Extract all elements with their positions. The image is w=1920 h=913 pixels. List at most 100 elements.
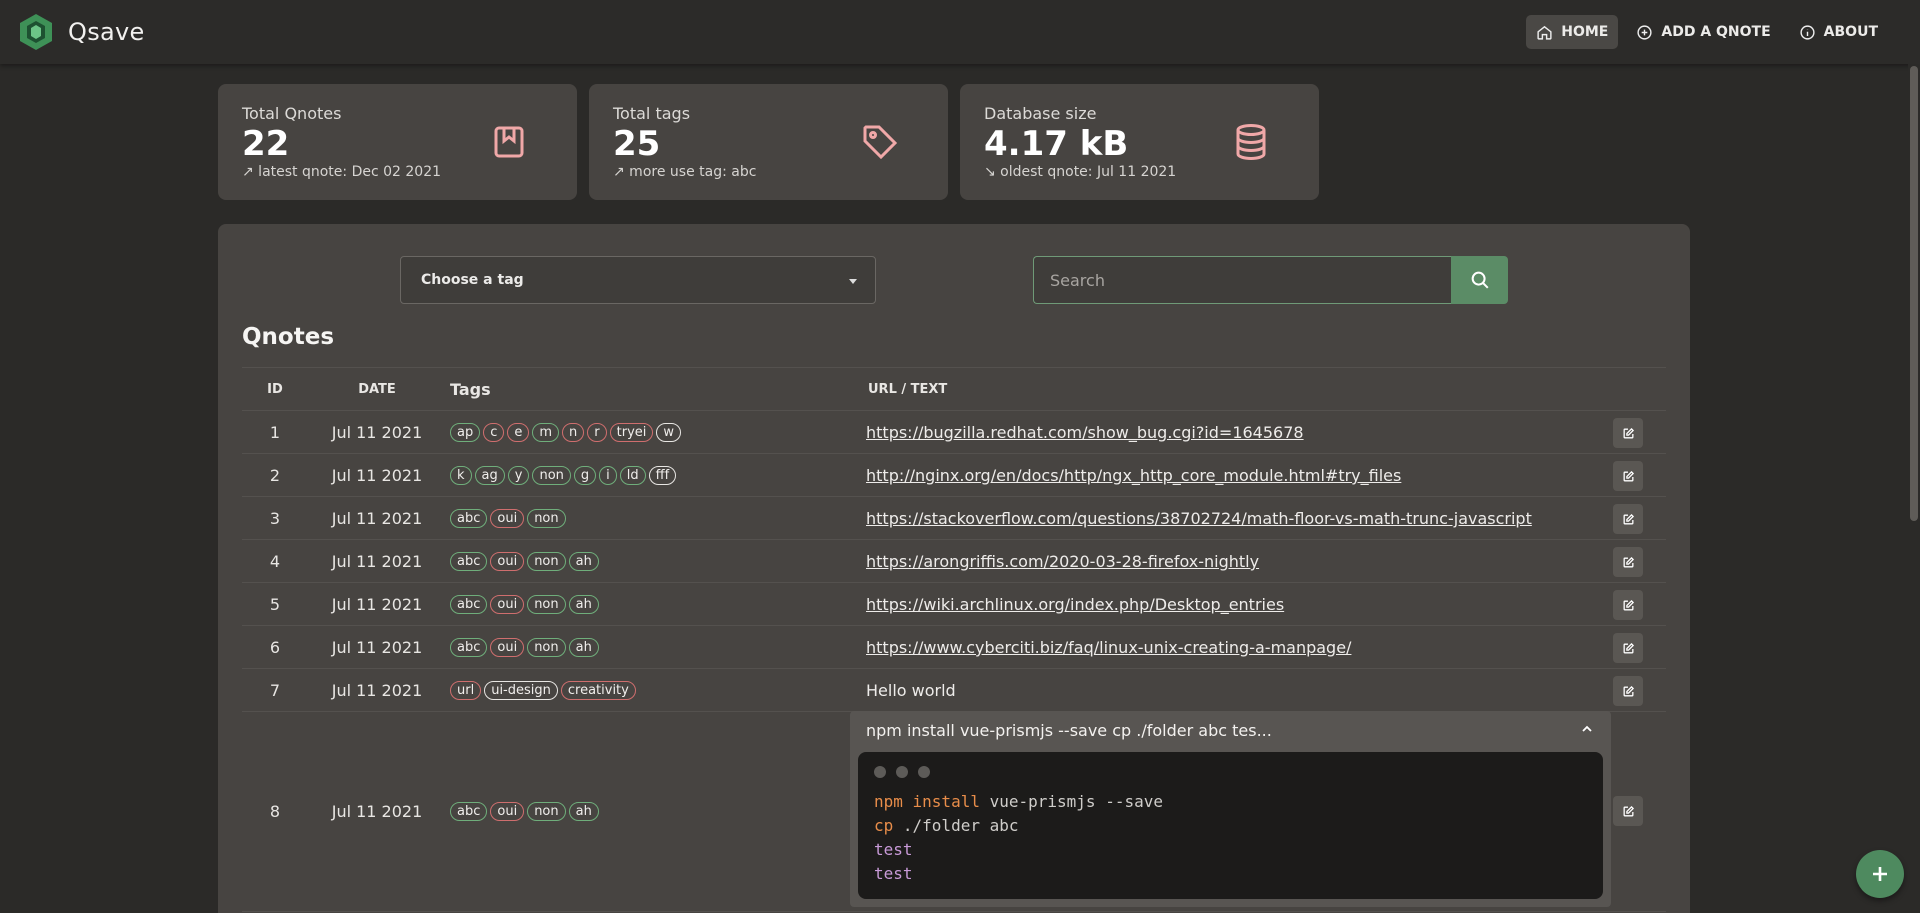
nav-home[interactable]: HOME [1526, 15, 1619, 49]
code-keyword: cp [874, 816, 894, 835]
edit-icon [1623, 599, 1634, 610]
tag-chip[interactable]: c [483, 423, 505, 442]
code-literal: test [874, 864, 913, 883]
tag-icon [863, 125, 898, 160]
search-button[interactable] [1451, 256, 1508, 304]
nav-about[interactable]: ABOUT [1789, 15, 1888, 49]
tag-chip[interactable]: non [527, 552, 566, 571]
tag-chip[interactable]: ld [619, 466, 646, 485]
edit-icon [1623, 470, 1634, 481]
row-id: 5 [269, 595, 281, 614]
row-tags: url ui-design creativity [450, 681, 636, 700]
tag-chip[interactable]: abc [450, 802, 488, 821]
tag-chip[interactable]: ui-design [484, 681, 558, 700]
tag-chip[interactable]: non [527, 638, 566, 657]
row-url-link[interactable]: https://arongriffis.com/2020-03-28-firef… [866, 552, 1259, 571]
code-window: npm install vue-prismjs --save cp ./folde… [858, 752, 1603, 899]
row-id: 3 [269, 509, 281, 528]
tag-chip[interactable]: ap [450, 423, 481, 442]
tag-chip[interactable]: oui [490, 638, 525, 657]
tag-chip[interactable]: oui [490, 802, 525, 821]
tag-chip[interactable]: oui [490, 552, 525, 571]
tag-chip[interactable]: k [450, 466, 472, 485]
row-id: 2 [269, 466, 281, 485]
tag-chip[interactable]: ah [568, 595, 599, 614]
tag-chip[interactable]: abc [450, 638, 488, 657]
row-date: Jul 11 2021 [331, 423, 423, 442]
header-tags: Tags [450, 380, 491, 399]
tag-chip[interactable]: non [527, 802, 566, 821]
tag-chip[interactable]: url [450, 681, 482, 700]
edit-icon [1623, 642, 1634, 653]
tag-chip[interactable]: creativity [560, 681, 636, 700]
tag-chip[interactable]: oui [490, 509, 525, 528]
row-id: 1 [269, 423, 281, 442]
tag-chip[interactable]: g [573, 466, 597, 485]
search-input[interactable] [1033, 256, 1451, 304]
edit-button[interactable] [1613, 676, 1643, 706]
table-row: 8 Jul 11 2021 abc oui non ah npm install vu… [242, 711, 1666, 912]
row-date: Jul 11 2021 [331, 595, 423, 614]
scrollbar-thumb[interactable] [1910, 66, 1918, 521]
row-url-link[interactable]: https://bugzilla.redhat.com/show_bug.cgi… [866, 423, 1304, 442]
tag-chip[interactable]: non [532, 466, 571, 485]
tag-chip[interactable]: w [656, 423, 682, 442]
header-date[interactable]: DATE [322, 382, 432, 397]
nav-about-label: ABOUT [1823, 24, 1878, 40]
tag-select[interactable]: Choose a tag [400, 256, 876, 304]
tag-chip[interactable]: ag [474, 466, 505, 485]
edit-button[interactable] [1613, 796, 1643, 826]
row-date: Jul 11 2021 [331, 552, 423, 571]
qnotes-table: ID DATE Tags URL / TEXT 1 Jul 11 2021 ap c e… [242, 367, 1666, 912]
tag-chip[interactable]: ah [568, 552, 599, 571]
brand[interactable]: Qsave [16, 12, 145, 52]
edit-button[interactable] [1613, 461, 1643, 491]
row-url-link[interactable]: https://wiki.archlinux.org/index.php/Des… [866, 595, 1284, 614]
plus-circle-icon [1637, 24, 1652, 40]
code-text: vue-prismjs --save [979, 792, 1163, 811]
edit-button[interactable] [1613, 590, 1643, 620]
stat-label: Database size [984, 104, 1097, 123]
chevron-up-icon[interactable] [1581, 723, 1593, 735]
row-id: 8 [269, 802, 281, 821]
row-url-link[interactable]: https://stackoverflow.com/questions/3870… [866, 509, 1532, 528]
tag-chip[interactable]: tryei [609, 423, 654, 442]
tag-chip[interactable]: m [532, 423, 560, 442]
nav-add-qnote[interactable]: ADD A QNOTE [1626, 15, 1780, 49]
edit-button[interactable] [1613, 633, 1643, 663]
row-id: 7 [269, 681, 281, 700]
table-row: 7 Jul 11 2021 url ui-design creativity Hello … [242, 669, 1666, 712]
header-id[interactable]: ID [242, 382, 308, 397]
tag-chip[interactable]: oui [490, 595, 525, 614]
tag-chip[interactable]: i [599, 466, 617, 485]
edit-button[interactable] [1613, 504, 1643, 534]
row-tags: abc oui non ah [450, 595, 599, 614]
tag-chip[interactable]: non [527, 509, 566, 528]
tag-chip[interactable]: abc [450, 509, 488, 528]
logo-icon [20, 14, 52, 50]
tag-chip[interactable]: abc [450, 552, 488, 571]
code-literal: test [874, 840, 913, 859]
edit-button[interactable] [1613, 418, 1643, 448]
tag-chip[interactable]: n [562, 423, 585, 442]
edit-button[interactable] [1613, 547, 1643, 577]
row-tags: ap c e m n r tryei w [450, 423, 682, 442]
tag-chip[interactable]: r [587, 423, 607, 442]
tag-chip[interactable]: ah [568, 802, 599, 821]
tag-chip[interactable]: non [527, 595, 566, 614]
window-dot [874, 766, 886, 778]
stat-value: 22 [242, 124, 290, 164]
bookmark-icon [494, 126, 524, 158]
row-url-link[interactable]: http://nginx.org/en/docs/http/ngx_http_c… [866, 466, 1401, 485]
add-qnote-fab[interactable] [1856, 850, 1904, 898]
stat-sub: ↗ more use tag: abc [613, 164, 757, 180]
tag-chip[interactable]: abc [450, 595, 488, 614]
row-url-link[interactable]: https://www.cyberciti.biz/faq/linux-unix… [866, 638, 1351, 657]
tag-chip[interactable]: fff [648, 466, 677, 485]
tag-chip[interactable]: y [507, 466, 530, 485]
tag-chip[interactable]: ah [568, 638, 599, 657]
tag-chip[interactable]: e [507, 423, 530, 442]
row-id: 6 [269, 638, 281, 657]
code-snippet-title[interactable]: npm install vue-prismjs --save cp ./fold… [866, 721, 1272, 740]
edit-icon [1623, 427, 1634, 438]
